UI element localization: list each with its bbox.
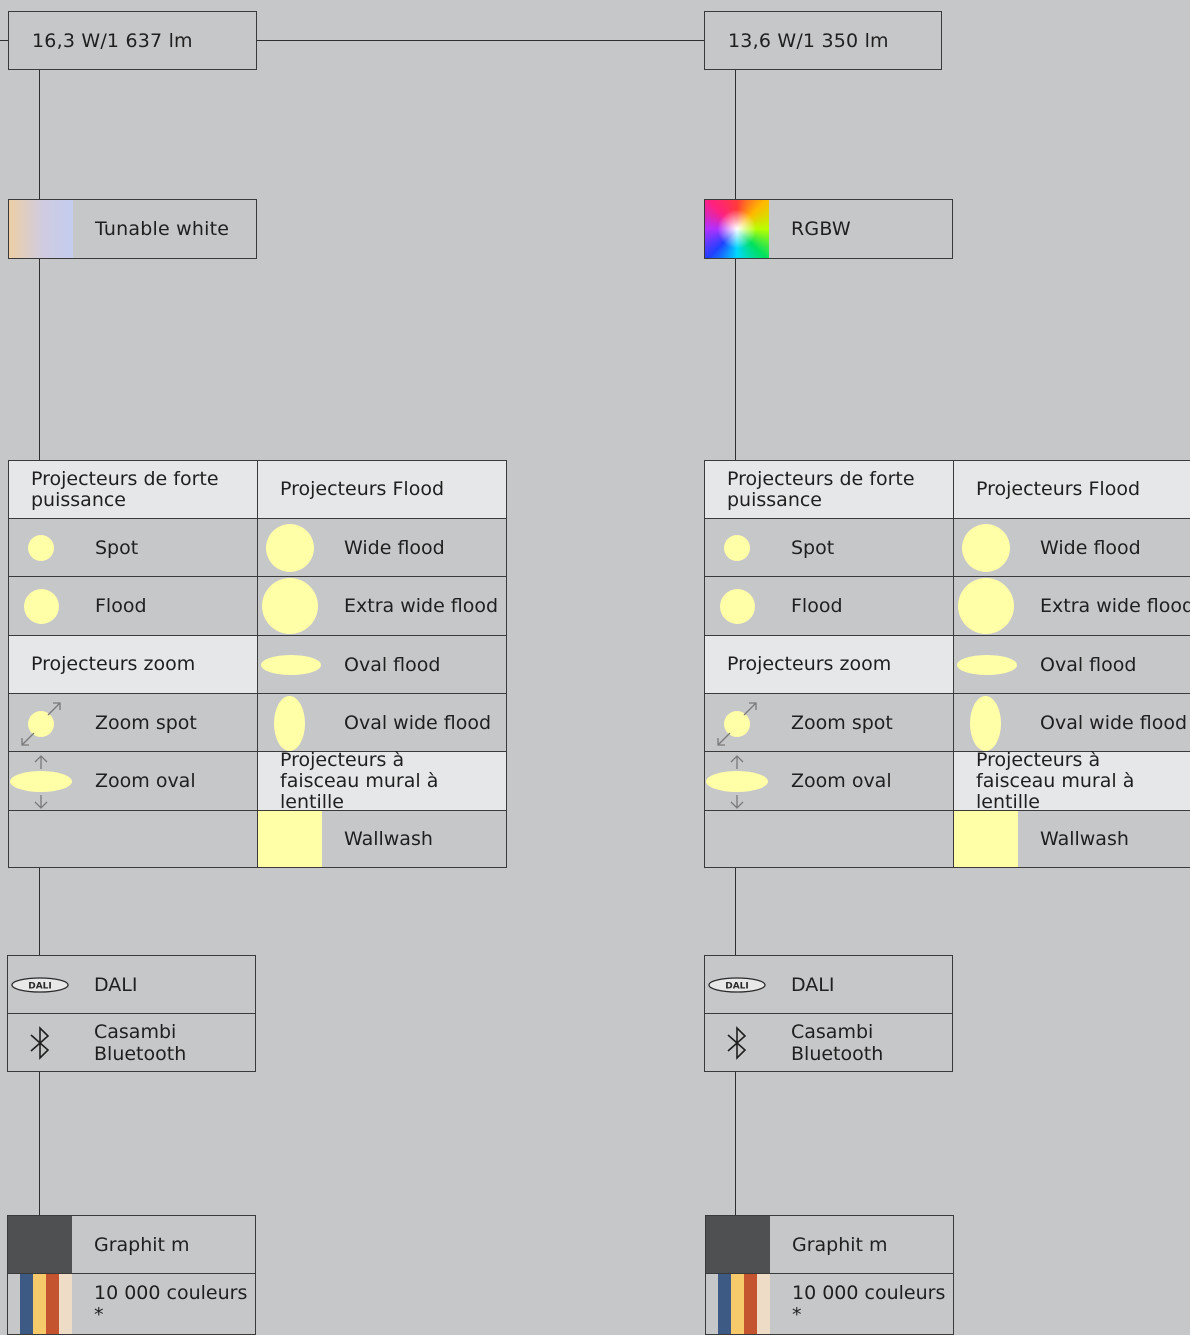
power-label: 16,3 W/1 637 lm <box>32 29 193 52</box>
option-extra-wide-flood-2[interactable]: Extra wide flood <box>953 576 1190 636</box>
finish-table: Graphit m 10 000 couleurs * <box>7 1215 256 1335</box>
header-wallwash: Projecteurs à faisceau mural à lentille <box>257 749 507 812</box>
control-table-2: DALI DALI Casambi Bluetooth <box>704 955 953 1072</box>
empty-cell <box>8 810 258 868</box>
flood-beam-icon <box>24 589 59 624</box>
color-stripes-icon <box>718 1274 770 1334</box>
header-zoom-2: Projecteurs zoom <box>704 635 954 694</box>
color-mode-box: Tunable white <box>8 199 257 259</box>
option-bluetooth-2[interactable]: Casambi Bluetooth <box>704 1013 953 1072</box>
power-box: 16,3 W/1 637 lm <box>8 11 257 70</box>
optics-table: Projecteurs de forte puissance Projecteu… <box>8 460 507 868</box>
power-label-2: 13,6 W/1 350 lm <box>728 29 889 52</box>
option-zoom-oval[interactable]: Zoom oval <box>8 751 258 811</box>
header-high-power: Projecteurs de forte puissance <box>8 460 258 519</box>
option-wide-flood[interactable]: Wide flood <box>257 518 507 577</box>
connector-right-vertical-3 <box>735 867 736 955</box>
option-graphit[interactable]: Graphit m <box>7 1215 256 1274</box>
color-mode-box-2: RGBW <box>704 199 953 259</box>
extra-wide-flood-beam-icon <box>262 578 318 634</box>
connector-left-top <box>0 40 8 41</box>
header-high-power-2: Projecteurs de forte puissance <box>704 460 954 519</box>
option-wallwash-2[interactable]: Wallwash <box>953 810 1190 868</box>
connector-horizontal <box>257 40 704 41</box>
wide-flood-beam-icon <box>962 524 1010 572</box>
wide-flood-beam-icon <box>266 524 314 572</box>
spot-beam-icon <box>724 535 750 561</box>
color-mode-label: Tunable white <box>95 218 230 240</box>
wallwash-icon <box>258 811 322 867</box>
optics-table-2: Projecteurs de forte puissance Projecteu… <box>704 460 1190 868</box>
connector-left-vertical-2 <box>39 258 40 460</box>
dali-logo-icon: DALI <box>708 977 766 993</box>
svg-text:DALI: DALI <box>28 982 52 992</box>
connector-right-vertical-4 <box>735 1071 736 1215</box>
option-flood-2[interactable]: Flood <box>704 576 954 636</box>
connector-right-vertical-1 <box>735 69 736 200</box>
finish-table-2: Graphit m 10 000 couleurs * <box>705 1215 954 1335</box>
option-dali[interactable]: DALI DALI <box>7 955 256 1014</box>
dali-logo-icon: DALI <box>11 977 69 993</box>
option-graphit-2[interactable]: Graphit m <box>705 1215 954 1274</box>
oval-flood-beam-icon <box>957 655 1017 675</box>
connector-left-vertical-3 <box>39 867 40 955</box>
option-bluetooth[interactable]: Casambi Bluetooth <box>7 1013 256 1072</box>
zoom-arrows-icon <box>717 702 757 746</box>
zoom-vertical-arrows-icon <box>730 755 744 809</box>
zoom-arrows-icon <box>21 702 61 746</box>
option-oval-flood-2[interactable]: Oval flood <box>953 635 1190 694</box>
header-zoom: Projecteurs zoom <box>8 635 258 694</box>
zoom-vertical-arrows-icon <box>34 755 48 809</box>
option-spot[interactable]: Spot <box>8 518 258 577</box>
oval-wide-flood-beam-icon <box>274 696 305 751</box>
control-table: DALI DALI Casambi Bluetooth <box>7 955 256 1072</box>
power-box-2: 13,6 W/1 350 lm <box>704 11 942 70</box>
empty-cell-2 <box>704 810 954 868</box>
option-wide-flood-2[interactable]: Wide flood <box>953 518 1190 577</box>
option-oval-wide-flood-2[interactable]: Oval wide flood <box>953 693 1190 752</box>
flood-beam-icon <box>720 589 755 624</box>
option-dali-2[interactable]: DALI DALI <box>704 955 953 1014</box>
color-stripes-icon <box>20 1274 72 1334</box>
option-colors-2[interactable]: 10 000 couleurs * <box>705 1273 954 1335</box>
option-colors[interactable]: 10 000 couleurs * <box>7 1273 256 1335</box>
oval-flood-beam-icon <box>261 655 321 675</box>
option-zoom-spot[interactable]: Zoom spot <box>8 693 258 752</box>
option-wallwash[interactable]: Wallwash <box>257 810 507 868</box>
option-oval-wide-flood[interactable]: Oval wide flood <box>257 693 507 752</box>
rgb-gradient-icon <box>705 200 769 258</box>
bluetooth-icon <box>727 1026 747 1060</box>
option-zoom-spot-2[interactable]: Zoom spot <box>704 693 954 752</box>
option-flood[interactable]: Flood <box>8 576 258 636</box>
option-spot-2[interactable]: Spot <box>704 518 954 577</box>
option-zoom-oval-2[interactable]: Zoom oval <box>704 751 954 811</box>
graphit-swatch <box>8 1216 72 1273</box>
connector-left-vertical-1 <box>39 69 40 200</box>
option-extra-wide-flood[interactable]: Extra wide flood <box>257 576 507 636</box>
header-flood: Projecteurs Flood <box>257 460 507 519</box>
tunable-white-gradient-icon <box>9 200 73 258</box>
spot-beam-icon <box>28 535 54 561</box>
wallwash-icon <box>954 811 1018 867</box>
graphit-swatch <box>706 1216 770 1273</box>
svg-text:DALI: DALI <box>725 982 749 992</box>
color-mode-label-2: RGBW <box>791 218 851 240</box>
header-wallwash-2: Projecteurs à faisceau mural à lentille <box>953 749 1190 812</box>
option-oval-flood[interactable]: Oval flood <box>257 635 507 694</box>
connector-right-vertical-2 <box>735 258 736 460</box>
connector-left-vertical-4 <box>39 1071 40 1215</box>
header-flood-2: Projecteurs Flood <box>953 460 1190 519</box>
bluetooth-icon <box>30 1026 50 1060</box>
extra-wide-flood-beam-icon <box>958 578 1014 634</box>
oval-wide-flood-beam-icon <box>970 696 1001 751</box>
